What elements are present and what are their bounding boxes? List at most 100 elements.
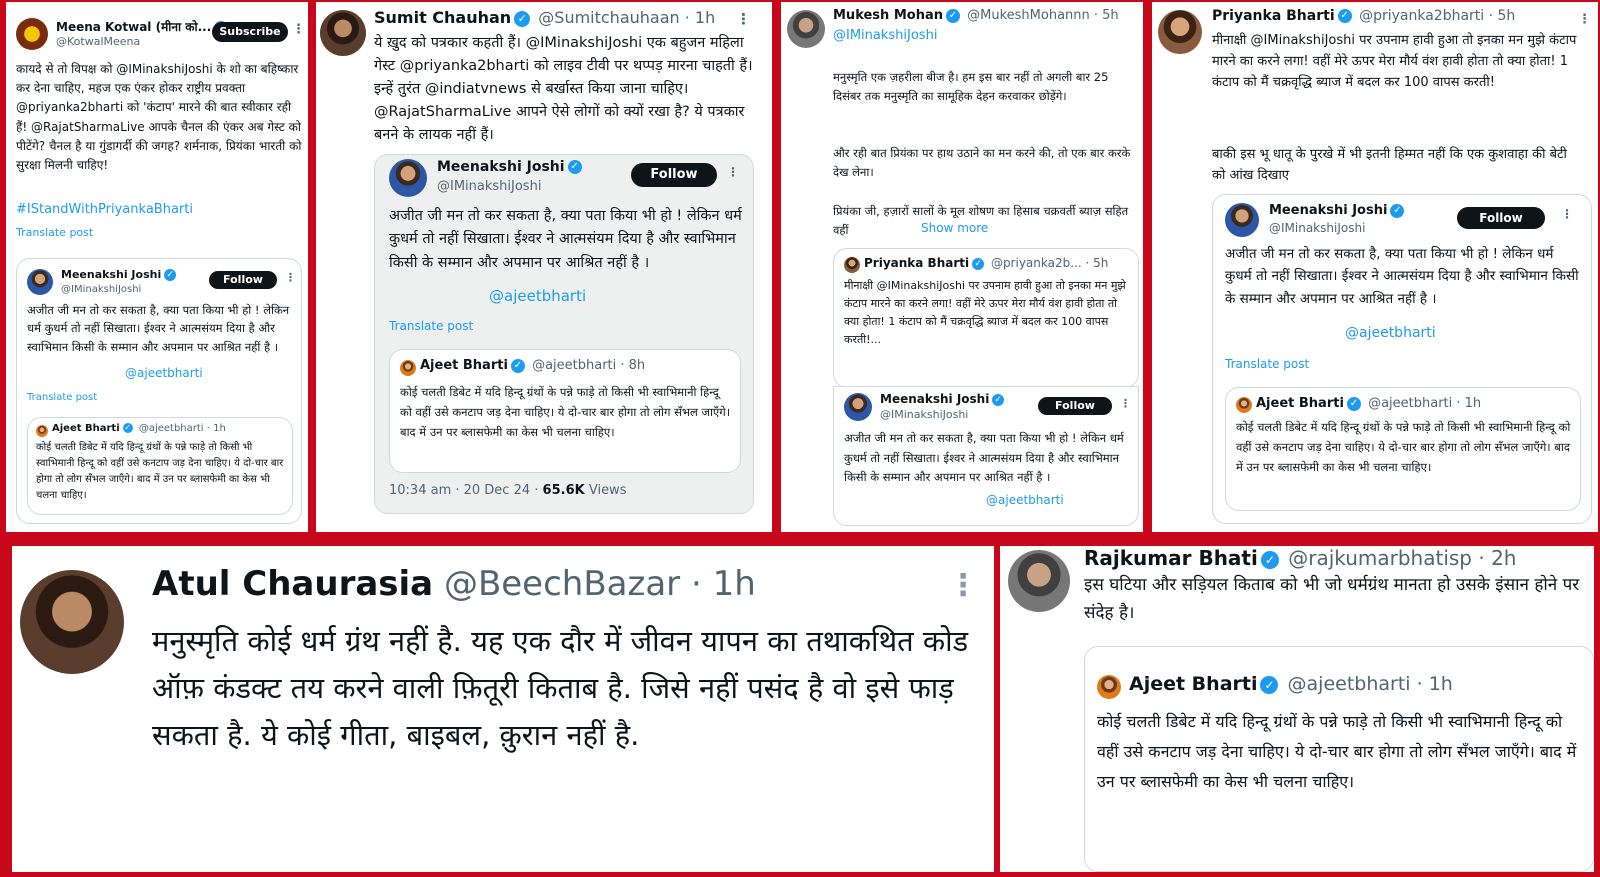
avatar[interactable] [16,18,48,50]
avatar[interactable] [787,10,825,48]
author-handle[interactable]: @Sumitchauhaan [538,8,679,27]
quoted-author-name: Meenakshi Joshi [61,268,162,281]
quoted-author-name: Meenakshi Joshi [1269,203,1388,218]
avatar [27,269,53,295]
post-time[interactable]: · 2h [1478,546,1516,570]
follow-button[interactable]: Follow [631,163,717,187]
mention-link[interactable]: @ajeetbharti [986,493,1064,507]
nested-tweet-text: कोई चलती डिबेट में यदि हिन्दू ग्रंथों के… [1236,420,1571,474]
nested-time: · 1h [1456,396,1482,411]
avatar[interactable] [1158,10,1202,54]
quoted-tweet[interactable]: Ajeet Bharti ✓ @ajeetbharti · 1h कोई चलती… [1084,646,1594,872]
translate-post-link[interactable]: Translate post [1225,357,1309,371]
translate-post-link[interactable]: Translate post [27,392,97,403]
post-time[interactable]: · 5h [1489,8,1516,24]
author-handle[interactable]: @BeechBazar [444,564,680,604]
nested-author-name: Ajeet Bharti [1256,396,1344,411]
avatar [1225,203,1259,237]
verified-badge-icon: ✓ [1346,396,1361,411]
views-count: 65.6K [542,483,585,498]
more-options-icon[interactable]: ⋮ [292,22,306,37]
post-time[interactable]: · 1h [685,8,716,27]
author-handle[interactable]: @KotwalMeena [56,35,140,48]
nested-author-name: Ajeet Bharti [420,358,508,373]
follow-button[interactable]: Follow [209,271,277,289]
more-options-icon[interactable]: ⋮ [736,10,752,28]
avatar [36,425,48,437]
tweet-text: कायदे से तो विपक्ष को @IMinakshiJoshi के… [16,62,302,172]
tweet-text: मनुस्मृति कोई धर्म ग्रंथ नहीं है. यह एक … [152,624,969,752]
nested-author-handle: @ajeetbharti [1368,396,1453,411]
quoted-author-handle: @IMinakshiJoshi [437,179,542,194]
quoted-time: · 1h [1416,673,1453,695]
translate-post-link[interactable]: Translate post [389,319,473,333]
verified-badge-icon: ✓ [514,10,531,27]
verified-badge-icon: ✓ [992,393,1005,406]
quoted-tweet-text: अजीत जी मन तो कर सकता है, क्या पता किया … [844,431,1124,485]
avatar [1236,397,1252,413]
quoted-tweet[interactable]: Meenakshi Joshi ✓ @IMinakshiJoshi Follow … [1212,194,1592,524]
verified-badge-icon: ✓ [164,269,177,281]
quoted-tweet[interactable]: Meenakshi Joshi ✓ @IMinakshiJoshi Follow … [16,258,302,524]
mention-link[interactable]: @ajeetbharti [125,366,203,380]
follow-button[interactable]: Follow [1457,207,1545,229]
more-options-icon[interactable]: ⋮ [1578,12,1592,27]
avatar[interactable] [1008,550,1070,612]
nested-quoted-tweet[interactable]: Ajeet Bharti ✓ @ajeetbharti · 1h कोई चलती… [27,417,293,515]
reply-to-link[interactable]: @IMinakshiJoshi [833,28,937,43]
more-options-icon[interactable]: ⋮ [727,165,740,179]
tweet-text-2: और रही बात प्रियंका पर हाथ उठाने का मन क… [833,146,1131,179]
more-options-icon[interactable]: ⋮ [1561,207,1574,221]
author-name[interactable]: Rajkumar Bhati [1084,546,1258,570]
author-name[interactable]: Atul Chaurasia [152,564,433,604]
follow-button[interactable]: Follow [1038,397,1112,415]
hashtag-link[interactable]: #IStandWithPriyankaBharti [16,202,193,217]
tweet-card-rajkumar-bhati: Rajkumar Bhati ✓ @rajkumarbhatisp · 2h इस… [1000,546,1594,872]
avatar [844,257,860,273]
author-handle[interactable]: @priyanka2bharti [1359,8,1484,24]
avatar[interactable] [320,10,366,56]
quoted-tweet-text: मीनाक्षी @IMinakshiJoshi पर उपनाम हावी ह… [844,279,1126,347]
author-handle[interactable]: @MukeshMohannn [967,8,1090,23]
verified-badge-icon: ✓ [1337,9,1352,23]
tweet-text-1: मीनाक्षी @IMinakshiJoshi पर उपनाम हावी ह… [1212,33,1577,91]
post-time[interactable]: · 5h [1094,8,1119,23]
show-more-link[interactable]: Show more [921,221,988,235]
quoted-author-handle: @IMinakshiJoshi [880,408,969,421]
author-name[interactable]: Priyanka Bharti [1212,8,1335,24]
quoted-tweet[interactable]: Meenakshi Joshi ✓ @IMinakshiJoshi Follow … [374,154,754,514]
quoted-tweet-text: अजीत जी मन तो कर सकता है, क्या पता किया … [27,303,290,354]
tweet-card-mukesh-mohan: Mukesh Mohan ✓ @MukeshMohannn · 5h @IMina… [781,2,1143,532]
mention-link[interactable]: @ajeetbharti [489,287,586,305]
quoted-tweet-text: अजीत जी मन तो कर सकता है, क्या पता किया … [1225,246,1579,307]
nested-time: · 1h [206,423,226,434]
verified-badge-icon: ✓ [510,358,525,373]
tweet-card-atul-chaurasia: Atul Chaurasia @BeechBazar · 1h ⋮ मनुस्म… [12,546,994,872]
quoted-author-name: Meenakshi Joshi [437,159,565,175]
avatar[interactable] [20,570,124,674]
nested-tweet-text: कोई चलती डिबेट में यदि हिन्दू ग्रंथों के… [36,442,284,501]
quoted-author-name: Ajeet Bharti [1129,673,1258,695]
quoted-tweet[interactable]: Priyanka Bharti ✓ @priyanka2b... · 5h मीन… [833,248,1139,388]
author-handle[interactable]: @rajkumarbhatisp [1288,546,1472,570]
quoted-author-handle: @IMinakshiJoshi [1269,221,1366,235]
nested-quoted-tweet[interactable]: Ajeet Bharti ✓ @ajeetbharti · 1h कोई चलती… [1225,387,1581,511]
author-name[interactable]: Sumit Chauhan [374,8,511,27]
nested-author-handle: @ajeetbharti [532,358,617,373]
tweet-text: इस घटिया और सड़ियल किताब को भी जो धर्मग्… [1084,575,1580,623]
verified-badge-icon: ✓ [1260,675,1279,694]
author-name[interactable]: Meena Kotwal (मीना को... [56,20,211,34]
mention-link[interactable]: @ajeetbharti [1345,325,1436,341]
post-time[interactable]: · 1h [691,564,756,604]
nested-author-name: Ajeet Bharti [52,423,120,434]
translate-post-link[interactable]: Translate post [16,226,93,239]
quoted-tweet-2[interactable]: Meenakshi Joshi ✓ @IMinakshiJoshi Follow … [833,386,1139,526]
more-options-icon[interactable]: ⋮ [1120,397,1132,410]
post-timestamp[interactable]: 10:34 am · 20 Dec 24 · [389,483,538,498]
more-options-icon[interactable]: ⋮ [948,568,979,603]
avatar [1097,675,1121,699]
more-options-icon[interactable]: ⋮ [285,271,297,284]
author-name[interactable]: Mukesh Mohan [833,8,943,23]
nested-quoted-tweet[interactable]: Ajeet Bharti ✓ @ajeetbharti · 8h कोई चलती… [389,349,741,473]
subscribe-button[interactable]: Subscribe [212,22,288,42]
